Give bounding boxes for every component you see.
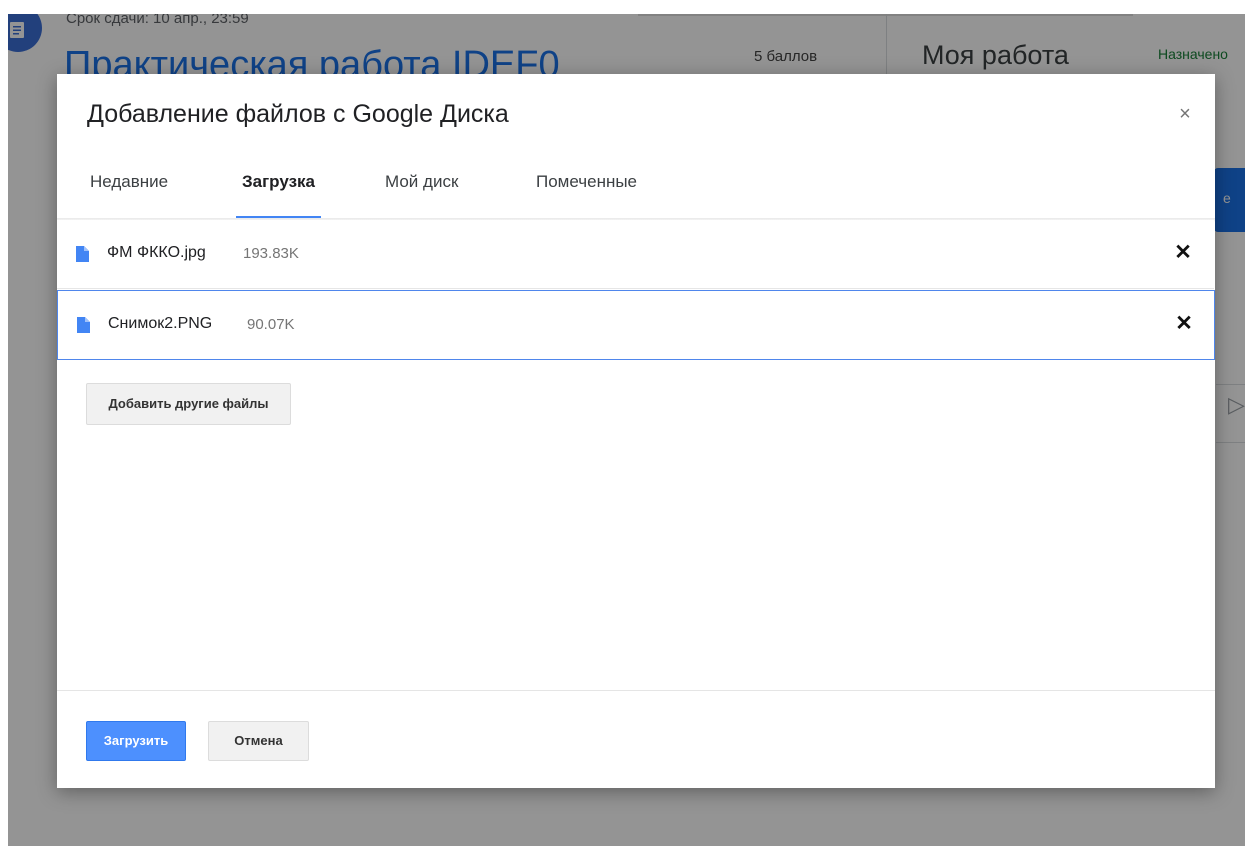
file-size: 193.83K	[243, 245, 299, 262]
tab-upload[interactable]: Загрузка	[236, 162, 321, 218]
remove-icon[interactable]: ✕	[1173, 240, 1193, 264]
file-row[interactable]: ФМ ФККО.jpg 193.83K ✕	[57, 220, 1214, 289]
file-icon	[77, 317, 90, 333]
footer-divider	[57, 690, 1215, 691]
cancel-button[interactable]: Отмена	[208, 721, 309, 761]
tab-label: Недавние	[90, 172, 169, 191]
file-name: Снимок2.PNG	[108, 315, 213, 332]
tab-label: Мой диск	[385, 172, 459, 191]
google-drive-picker-dialog: Добавление файлов с Google Диска × Недав…	[57, 74, 1215, 788]
tab-label: Помеченные	[536, 172, 638, 191]
file-size: 90.07K	[247, 316, 295, 333]
file-row[interactable]: Снимок2.PNG 90.07K ✕	[57, 290, 1215, 360]
upload-button[interactable]: Загрузить	[86, 721, 186, 761]
tab-label: Загрузка	[242, 172, 315, 191]
tab-starred[interactable]: Помеченные	[536, 162, 637, 218]
tab-bar: Недавние Загрузка Мой диск Помеченные	[57, 162, 1215, 218]
tab-recent[interactable]: Недавние	[90, 162, 168, 218]
dialog-title: Добавление файлов с Google Диска	[87, 100, 509, 128]
file-name: ФМ ФККО.jpg	[107, 244, 206, 261]
add-more-files-button[interactable]: Добавить другие файлы	[86, 383, 291, 425]
remove-icon[interactable]: ✕	[1174, 311, 1194, 335]
file-icon	[76, 246, 89, 262]
close-icon[interactable]: ×	[1173, 102, 1197, 126]
tab-my-drive[interactable]: Мой диск	[385, 162, 458, 218]
